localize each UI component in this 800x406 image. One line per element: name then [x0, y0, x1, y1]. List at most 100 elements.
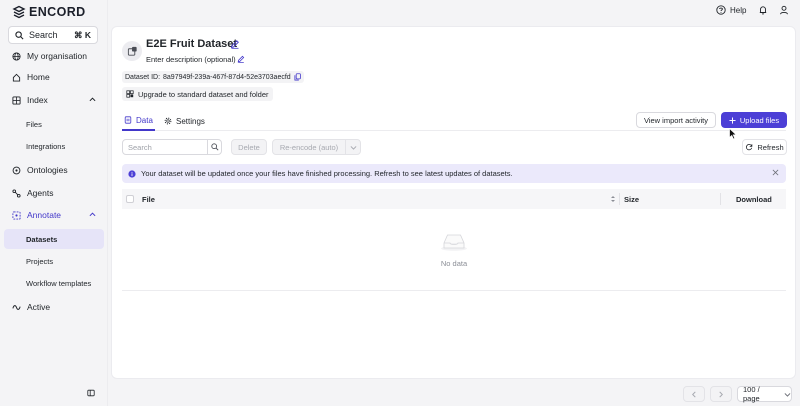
- upgrade-icon: [126, 90, 134, 98]
- chevron-up-icon: [89, 97, 96, 102]
- search-shortcut: ⌘ K: [74, 29, 91, 40]
- upload-files-button[interactable]: Upload files: [721, 112, 787, 128]
- edit-title-icon[interactable]: [230, 39, 240, 49]
- sidebar-item-agents[interactable]: Agents: [4, 183, 104, 203]
- table-empty-state: No data: [122, 209, 786, 291]
- column-header-file[interactable]: File: [142, 195, 155, 204]
- data-icon: [124, 116, 132, 124]
- column-header-download: Download: [736, 195, 772, 204]
- bell-icon[interactable]: [758, 5, 768, 15]
- dataset-id-value: 8a97949f-239a-467f-87d4-52e3703aecfd: [163, 73, 291, 81]
- sidebar-subitem-label: Projects: [26, 256, 54, 266]
- reencode-dropdown[interactable]: [345, 139, 361, 155]
- tab-data[interactable]: Data: [122, 111, 155, 131]
- next-page-button[interactable]: [710, 386, 732, 402]
- tab-label: Settings: [176, 116, 205, 126]
- app-name: ENCORD: [29, 5, 86, 19]
- file-search: [122, 139, 222, 155]
- chevron-down-icon: [784, 392, 791, 397]
- sidebar-item-projects[interactable]: Projects: [4, 251, 104, 271]
- copy-icon[interactable]: [294, 73, 301, 81]
- sidebar-item-active[interactable]: Active: [4, 297, 104, 317]
- reencode-button[interactable]: Re-encode (auto): [272, 139, 346, 155]
- column-header-size[interactable]: Size: [624, 195, 639, 204]
- file-search-button[interactable]: [207, 140, 221, 154]
- encord-logo[interactable]: ENCORD: [12, 5, 86, 19]
- sidebar-item-ontologies[interactable]: Ontologies: [4, 160, 104, 180]
- banner-text: Your dataset will be updated once your f…: [141, 169, 513, 178]
- empty-text: No data: [440, 259, 468, 268]
- sidebar-item-label: Active: [27, 302, 51, 312]
- dataset-card: E2E Fruit Dataset Enter description (opt…: [111, 26, 796, 379]
- globe-icon: [12, 51, 21, 61]
- global-search-button[interactable]: Search ⌘ K: [8, 26, 98, 44]
- chevron-right-icon: [719, 391, 723, 397]
- info-banner: Your dataset will be updated once your f…: [122, 164, 786, 183]
- sidebar-item-index[interactable]: Index: [4, 90, 104, 110]
- encord-logo-icon: [12, 5, 26, 19]
- help-label: Help: [730, 5, 747, 15]
- upgrade-label: Upgrade to standard dataset and folder: [138, 89, 269, 99]
- sidebar-item-label: My organisation: [27, 51, 88, 61]
- search-icon: [210, 143, 219, 151]
- refresh-button[interactable]: Refresh: [742, 139, 787, 155]
- sidebar-item-files[interactable]: Files: [4, 114, 104, 134]
- close-icon[interactable]: [772, 169, 779, 176]
- select-all-checkbox[interactable]: [126, 195, 134, 203]
- edit-description-icon[interactable]: [237, 55, 245, 63]
- page-size-select[interactable]: 100 / page: [737, 385, 792, 403]
- collapse-sidebar-icon[interactable]: [87, 389, 95, 397]
- sidebar-item-my-organisation[interactable]: My organisation: [4, 46, 104, 66]
- chevron-down-icon: [350, 145, 356, 150]
- sidebar-item-label: Home: [27, 72, 50, 82]
- sidebar-item-home[interactable]: Home: [4, 67, 104, 87]
- sidebar-item-annotate[interactable]: Annotate: [4, 205, 104, 225]
- sidebar-subitem-label: Integrations: [26, 141, 66, 151]
- sidebar-item-datasets[interactable]: Datasets: [4, 229, 104, 249]
- search-icon: [15, 30, 24, 39]
- sidebar-item-label: Index: [27, 95, 48, 105]
- sidebar-divider: [107, 0, 108, 406]
- sidebar-subitem-label: Files: [26, 119, 42, 129]
- sidebar-subitem-label: Workflow templates: [26, 278, 92, 288]
- user-icon[interactable]: [779, 5, 789, 15]
- sidebar-subitem-label: Datasets: [26, 234, 58, 244]
- refresh-icon: [746, 144, 753, 151]
- global-search-label: Search: [29, 30, 58, 40]
- delete-button[interactable]: Delete: [231, 139, 267, 155]
- dataset-avatar: [122, 41, 142, 61]
- sidebar: ENCORD Search ⌘ K My organisation Home I…: [0, 0, 108, 406]
- top-bar: Help: [108, 0, 800, 22]
- sidebar-item-label: Agents: [27, 188, 54, 198]
- dataset-id-label: Dataset ID:: [125, 73, 161, 81]
- upgrade-dataset-button[interactable]: Upgrade to standard dataset and folder: [122, 87, 273, 101]
- help-circle-icon: [716, 5, 726, 15]
- column-divider: [720, 193, 721, 205]
- sidebar-item-label: Ontologies: [27, 165, 68, 175]
- help-button[interactable]: Help: [716, 5, 746, 15]
- prev-page-button[interactable]: [683, 386, 705, 402]
- gear-icon: [164, 117, 172, 125]
- page-title: E2E Fruit Dataset: [146, 38, 238, 50]
- page-size-value: 100 / page: [743, 385, 760, 403]
- sort-icon[interactable]: [610, 195, 616, 203]
- home-icon: [12, 73, 21, 82]
- tab-label: Data: [136, 115, 153, 125]
- agents-icon: [12, 188, 21, 198]
- sidebar-item-integrations[interactable]: Integrations: [4, 136, 104, 156]
- dataset-id: Dataset ID: 8a97949f-239a-467f-87d4-52e3…: [122, 71, 304, 83]
- tab-settings[interactable]: Settings: [164, 111, 205, 131]
- sidebar-item-workflow-templates[interactable]: Workflow templates: [4, 273, 104, 293]
- sidebar-item-label: Annotate: [27, 210, 62, 220]
- upload-files-label: Upload files: [739, 115, 780, 125]
- empty-inbox-icon: [441, 234, 467, 251]
- table-header: File Size Download: [122, 189, 786, 209]
- view-import-activity-button[interactable]: View import activity: [636, 112, 716, 128]
- active-icon: [12, 304, 21, 310]
- annotate-icon: [12, 210, 21, 220]
- column-divider: [619, 193, 620, 205]
- file-search-input[interactable]: [123, 140, 207, 154]
- description-placeholder[interactable]: Enter description (optional): [146, 55, 236, 64]
- plus-icon: [729, 116, 736, 124]
- ontology-icon: [12, 166, 21, 174]
